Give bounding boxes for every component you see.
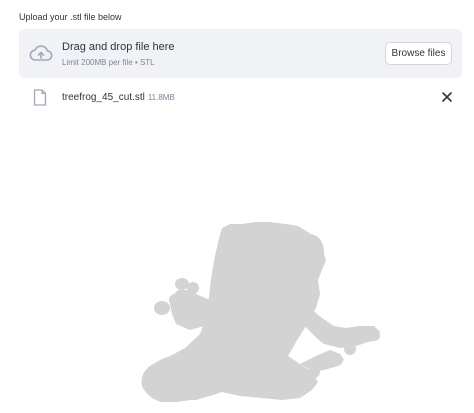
dropzone-title: Drag and drop file here [62, 41, 175, 53]
cloud-upload-icon [29, 45, 53, 61]
stl-upload-page: Upload your .stl file below Drag and dro… [0, 0, 474, 413]
uploaded-file-row: treefrog_45_cut.stl 11.8MB [19, 86, 462, 108]
close-icon[interactable] [441, 91, 453, 103]
file-name: treefrog_45_cut.stl 11.8MB [62, 92, 175, 103]
stl-model-viewer[interactable] [0, 120, 474, 413]
file-size: 11.8MB [147, 93, 175, 102]
browse-files-button[interactable]: Browse files [385, 42, 452, 65]
file-icon [33, 89, 47, 106]
dropzone-limit-text: Limit 200MB per file • STL [62, 58, 155, 67]
file-dropzone[interactable]: Drag and drop file here Limit 200MB per … [19, 29, 462, 78]
upload-label: Upload your .stl file below [19, 12, 122, 22]
treefrog-model [141, 222, 380, 402]
file-name-text: treefrog_45_cut.stl [62, 92, 145, 103]
